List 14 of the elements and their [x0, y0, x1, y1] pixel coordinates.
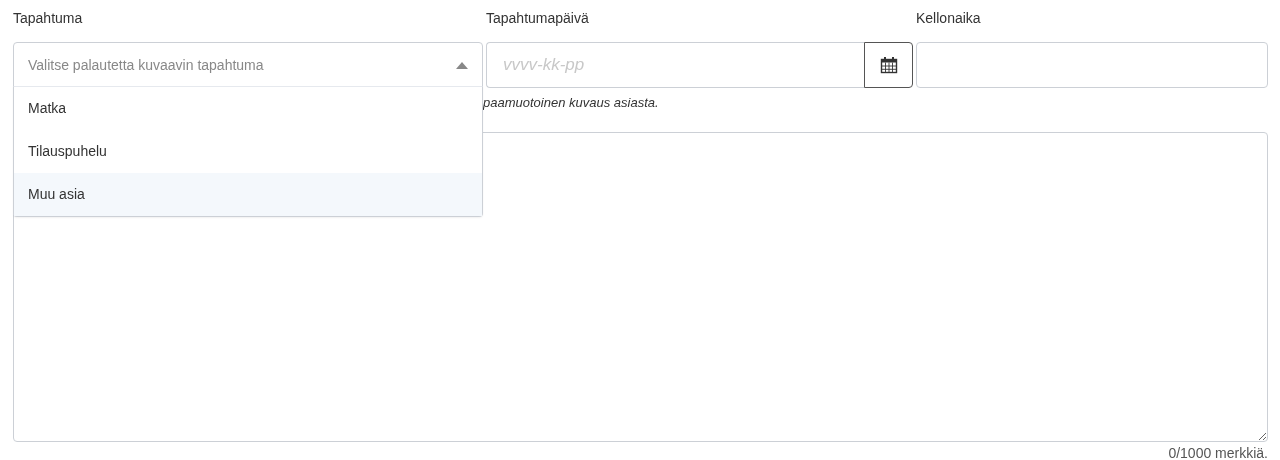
field-label: Kellonaika — [916, 9, 982, 28]
field-label: Tapahtumapäivä — [486, 9, 590, 28]
hint-text: paamuotoinen kuvaus asiasta. — [483, 94, 660, 112]
dropdown-option[interactable]: Matka — [14, 87, 482, 130]
caret-icon — [456, 61, 468, 69]
event-select[interactable]: Valitse palautetta kuvaavin tapahtuma — [13, 42, 483, 88]
dropdown-option[interactable]: Tilauspuhelu — [14, 130, 482, 173]
calendar-icon — [879, 56, 898, 74]
time-field[interactable] — [916, 42, 1268, 88]
character-counter: 0/1000 merkkiä. — [1168, 444, 1268, 460]
calendar-button[interactable] — [864, 42, 913, 88]
dropdown-option[interactable]: Muu asia — [14, 173, 482, 216]
field-label: Tapahtuma — [13, 9, 84, 28]
description-field[interactable] — [13, 132, 1268, 442]
